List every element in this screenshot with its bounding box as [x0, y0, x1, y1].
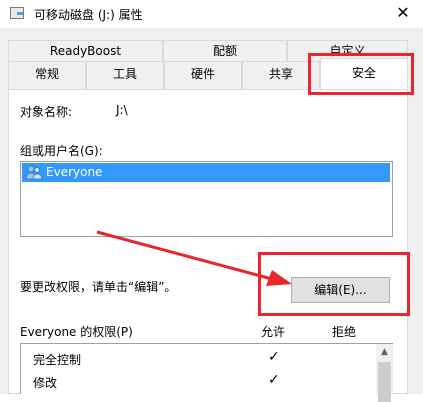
table-row: 完全控制 ✓ — [21, 347, 376, 369]
tab-hardware[interactable]: 硬件 — [164, 61, 242, 89]
tab-tools[interactable]: 工具 — [86, 61, 164, 89]
drive-icon — [10, 7, 24, 19]
annotation-box-edit-button — [258, 252, 410, 316]
deny-header: 拒绝 — [332, 325, 357, 339]
allow-check-icon: ✓ — [268, 372, 280, 388]
table-row: 修改 ✓ — [21, 370, 376, 392]
tab-general[interactable]: 常规 — [8, 61, 86, 89]
list-item[interactable]: Everyone — [22, 163, 390, 182]
permissions-title: Everyone 的权限(P) — [20, 325, 133, 339]
users-icon — [25, 165, 43, 180]
permission-name: 完全控制 — [33, 353, 82, 367]
scroll-up-icon[interactable]: ▲ — [376, 344, 393, 361]
permissions-list[interactable]: 完全控制 ✓ 修改 ✓ ▲ — [20, 343, 393, 402]
scroll-thumb[interactable] — [378, 362, 391, 402]
allow-check-icon: ✓ — [268, 349, 280, 365]
object-name-value: J:\ — [116, 103, 128, 117]
change-permissions-hint: 要更改权限，请单击“编辑”。 — [20, 280, 177, 294]
window-title: 可移动磁盘 (J:) 属性 — [34, 8, 143, 22]
user-name: Everyone — [46, 165, 103, 179]
allow-header: 允许 — [261, 325, 286, 339]
groups-listbox[interactable]: Everyone — [20, 161, 393, 237]
annotation-box-security-tab — [308, 53, 414, 95]
scrollbar[interactable]: ▲ — [376, 344, 393, 402]
close-button[interactable]: ✕ — [392, 2, 414, 24]
groups-label: 组或用户名(G): — [20, 144, 103, 158]
tab-readyboost[interactable]: ReadyBoost — [8, 40, 163, 61]
tab-quota[interactable]: 配额 — [163, 40, 287, 61]
title-bar: 可移动磁盘 (J:) 属性 ✕ — [0, 0, 423, 28]
permission-name: 修改 — [33, 376, 58, 390]
object-name-label: 对象名称: — [20, 105, 73, 119]
